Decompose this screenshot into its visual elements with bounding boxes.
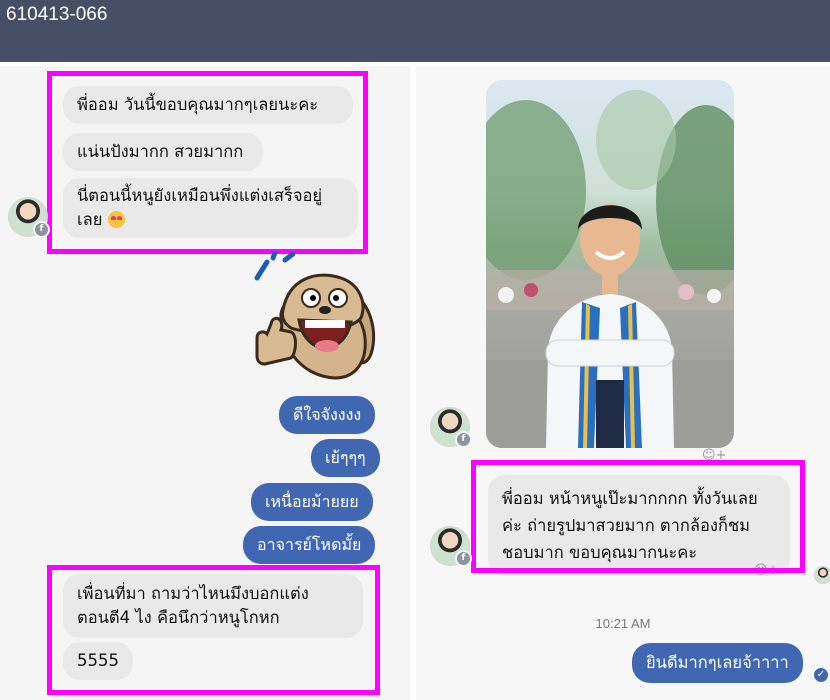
sent-message-bubble[interactable]: เหนื่อยม้ายยย bbox=[251, 483, 373, 521]
chat-title: 610413-066 bbox=[6, 4, 108, 25]
sent-message-bubble[interactable]: อาจารย์โหดมั้ย bbox=[243, 526, 376, 564]
facebook-badge-icon: f bbox=[455, 550, 472, 567]
highlight-box bbox=[471, 460, 805, 573]
facebook-badge-icon: f bbox=[33, 221, 50, 238]
message-text: ดีใจจังงงง bbox=[293, 405, 362, 424]
left-conversation-panel[interactable]: พี่ออม วันนี้ขอบคุณมากๆเลยนะคะ แน่นปังมา… bbox=[0, 66, 410, 700]
message-text: เย้ๆๆๆ bbox=[325, 448, 366, 467]
message-text: อาจารย์โหดมั้ย bbox=[257, 535, 362, 554]
avatar[interactable]: f bbox=[430, 407, 472, 448]
sent-message-bubble[interactable]: ดีใจจังงงง bbox=[279, 396, 376, 434]
message-text: เหนื่อยม้ายยย bbox=[265, 492, 359, 511]
avatar[interactable]: f bbox=[8, 197, 50, 238]
facebook-badge-icon: f bbox=[455, 431, 472, 448]
graduation-photo-illustration bbox=[486, 90, 734, 448]
sent-message-bubble[interactable]: ยินดีมากๆเลยจ้าาาา bbox=[632, 643, 803, 683]
highlight-box bbox=[47, 71, 368, 254]
seen-check-icon: ✓ bbox=[814, 668, 828, 682]
message-timestamp: 10:21 AM bbox=[595, 616, 651, 631]
top-bar: 610413-066 bbox=[0, 0, 830, 62]
highlight-box bbox=[47, 565, 380, 695]
seen-avatar bbox=[814, 566, 830, 584]
message-text: ยินดีมากๆเลยจ้าาาา bbox=[646, 653, 789, 672]
avatar[interactable]: f bbox=[430, 526, 472, 567]
sent-message-bubble[interactable]: เย้ๆๆๆ bbox=[311, 439, 380, 477]
right-conversation-panel[interactable]: ☺+ f พี่ออม หน้าหนูเป๊ะมากกกก ทั้งวันเลย… bbox=[416, 66, 830, 700]
thumbs-up-dog-sticker[interactable] bbox=[243, 252, 380, 386]
graduation-photo[interactable] bbox=[486, 80, 734, 448]
